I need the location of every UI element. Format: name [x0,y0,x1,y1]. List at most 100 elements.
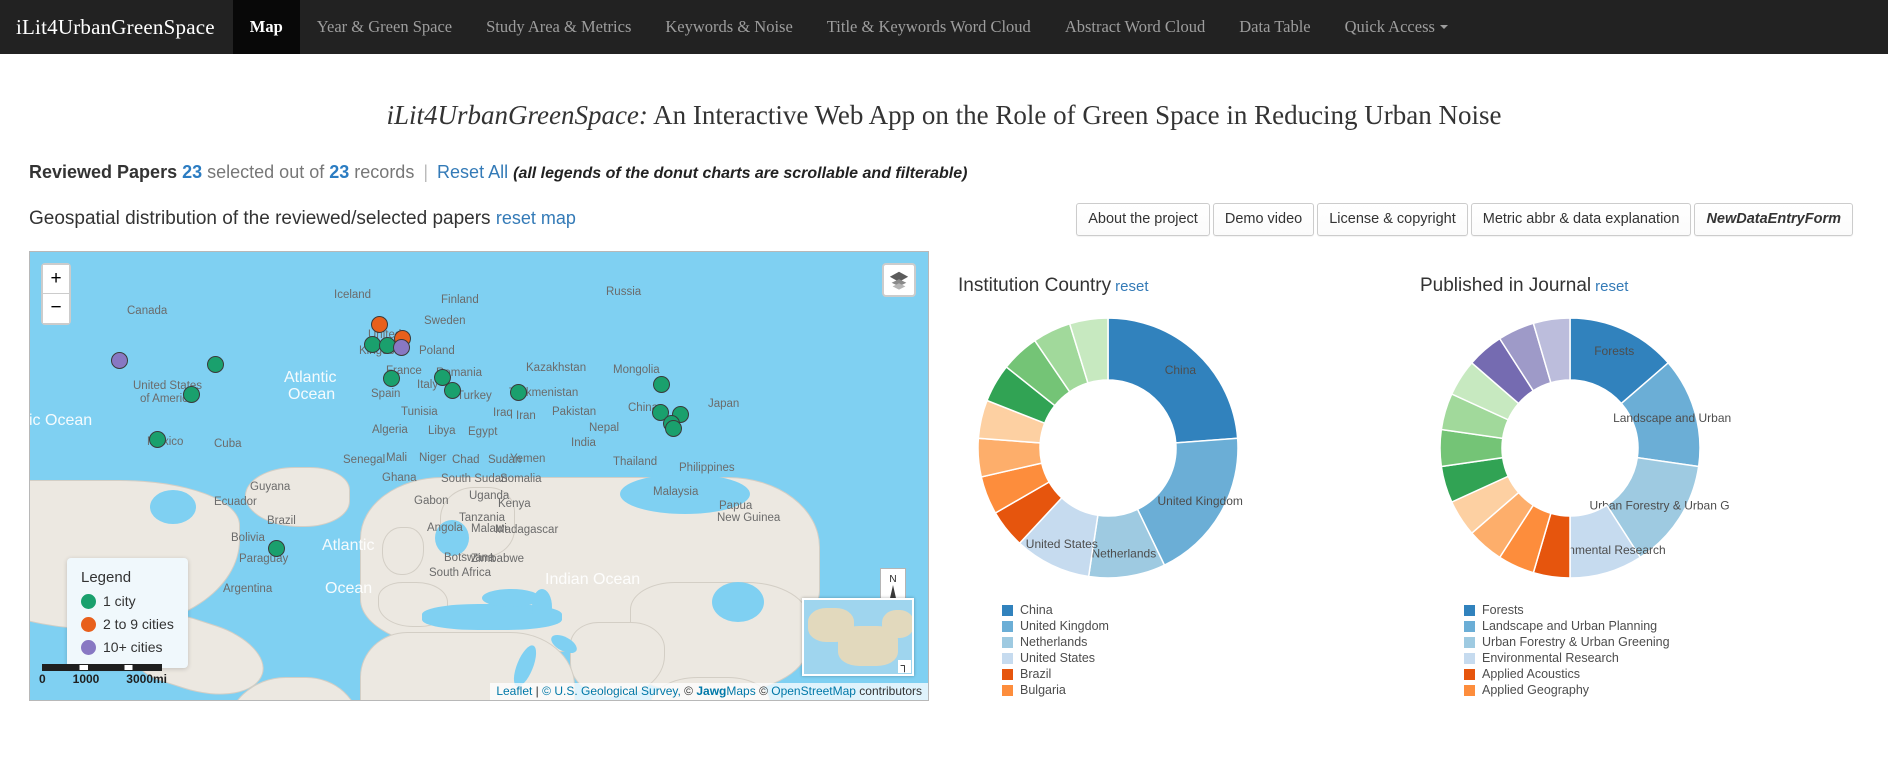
section-header-row: Geospatial distribution of the reviewed/… [0,203,1888,243]
chart-legend-item[interactable]: Bulgaria [1002,682,1228,698]
published-in-journal-reset-link[interactable]: reset [1595,278,1628,295]
legend-swatch-icon [1464,684,1475,696]
chart-legend-item[interactable]: United Kingdom [1002,618,1228,634]
map-marker[interactable] [653,376,670,393]
nav-item-label: Year & Green Space [316,17,453,36]
map-zoom-control: + − [41,263,71,325]
map-legend-title: Legend [81,569,132,586]
map-marker[interactable] [393,339,410,356]
map-layers-button[interactable] [882,263,916,297]
chart-legend-item[interactable]: Landscape and Urban Planning [1464,618,1710,634]
chart-legend-item[interactable]: Applied Geography [1464,682,1710,698]
main-navbar: iLit4UrbanGreenSpace Map Year & Green Spa… [0,0,1888,54]
metric-abbr-data-explanation-button[interactable]: Metric abbr & data explanation [1470,203,1692,236]
nav-item-keywords-noise[interactable]: Keywords & Noise [648,0,809,54]
institution-country-donut[interactable]: China United Kingdom Netherlands United Sta… [958,303,1418,598]
published-in-journal-donut-svg[interactable]: ForestsLandscape and UrbanUrban Forestry… [1420,303,1840,593]
legend-swatch-icon [1002,684,1013,696]
nav-item-map[interactable]: Map [232,0,300,54]
donut-slice-label: China [1165,363,1197,377]
reset-all-link[interactable]: Reset All [437,162,508,182]
zoom-in-button[interactable]: + [43,265,69,294]
jawg-rest: Maps [726,684,756,698]
chart-legend-item[interactable]: China [1002,602,1228,618]
published-in-journal-panel: Published in Journal reset Forests Landsca… [1420,251,1880,722]
nav-item-label: Quick Access [1344,17,1435,36]
chart-legend-item[interactable]: United States [1002,650,1228,666]
institution-country-legend-items[interactable]: China United Kingdom Netherlands United Sta… [1002,602,1228,698]
leaflet-link[interactable]: Leaflet [496,684,532,698]
nav-item-label: Map [249,17,283,36]
records-text: records [354,162,415,182]
nav-item-year-green-space[interactable]: Year & Green Space [300,0,469,54]
minimap-land-c [882,610,912,638]
zoom-out-button[interactable]: − [43,294,69,323]
nav-item-title-keywords-word-cloud[interactable]: Title & Keywords Word Cloud [810,0,1048,54]
sea-japan-east [712,582,764,622]
map-marker[interactable] [149,431,166,448]
svg-text:N: N [889,574,896,585]
legend-dot-icon [81,639,96,655]
map-marker[interactable] [510,384,527,401]
donut-slice-label: Forests [1594,344,1634,358]
nav-item-data-table[interactable]: Data Table [1222,0,1327,54]
layers-icon [889,271,909,290]
status-line: Reviewed Papers 23 selected out of 23 re… [29,162,1888,183]
legend-hint-note: (all legends of the donut charts are scr… [513,165,968,182]
chart-legend-item[interactable]: Applied Acoustics [1464,666,1710,682]
institution-country-legend[interactable]: China United Kingdom Netherlands United Sta… [958,602,1228,722]
chart-legend-label: Applied Geography [1482,683,1590,697]
jawgmaps-link[interactable]: JawgMaps [696,684,755,698]
navbar-items: Map Year & Green Space Study Area & Metric… [232,0,1465,54]
chart-legend-item[interactable]: Urban Forestry & Urban Greening [1464,634,1710,650]
geospatial-map[interactable]: IcelandFinlandRussiaSwedenCanadaUnitedKi… [29,251,929,701]
chart-legend-label: Forests [1482,603,1524,617]
openstreetmap-link[interactable]: OpenStreetMap [771,684,856,698]
chart-legend-label: Applied Acoustics [1482,667,1580,681]
sea-baltic [435,520,469,556]
map-marker[interactable] [371,316,388,333]
demo-video-button[interactable]: Demo video [1212,203,1315,236]
map-marker[interactable] [207,356,224,373]
scale-bar-labels: 0 1000 3000mi [39,672,167,686]
published-in-journal-legend[interactable]: Forests Landscape and Urban Planning Urban… [1420,602,1710,722]
chart-legend-item[interactable]: Brazil [1002,666,1228,682]
map-marker[interactable] [665,420,682,437]
donut-slice-label: United States [1026,537,1098,551]
newdataentryform-button[interactable]: NewDataEntryForm [1694,203,1853,236]
chart-legend-item[interactable]: Environmental Research [1464,650,1710,666]
nav-item-study-area-metrics[interactable]: Study Area & Metrics [469,0,648,54]
legend-swatch-icon [1002,636,1013,648]
donut-slice[interactable] [1107,317,1239,444]
chart-legend-item[interactable]: Netherlands [1002,634,1228,650]
map-legend-items: 1 city 2 to 9 cities 10+ cities [81,593,174,655]
institution-country-donut-svg[interactable]: China United Kingdom NetherlandsUnited Sta… [958,303,1378,593]
map-marker[interactable] [183,386,200,403]
chart-legend-item[interactable]: Forests [1464,602,1710,618]
map-marker[interactable] [383,370,400,387]
map-marker[interactable] [111,352,128,369]
map-section-heading-text: Geospatial distribution of the reviewed/… [29,208,491,229]
published-in-journal-donut[interactable]: Forests Landscape and Urban Urban Forestry… [1420,303,1880,598]
institution-country-reset-link[interactable]: reset [1115,278,1148,295]
scale-mid: 1000 [72,672,100,686]
nav-item-quick-access[interactable]: Quick Access [1328,0,1465,54]
scale-bar-graphic [42,664,162,671]
map-marker[interactable] [268,540,285,557]
contributors-text: contributors [855,684,922,698]
institution-country-title: Institution Country reset [958,275,1418,297]
map-section-heading: Geospatial distribution of the reviewed/… [29,208,576,230]
chart-legend-label: Environmental Research [1482,651,1619,665]
map-marker[interactable] [444,382,461,399]
usgs-link[interactable]: © U.S. Geological Survey, [542,684,681,698]
nav-item-abstract-word-cloud[interactable]: Abstract Word Cloud [1048,0,1222,54]
legend-swatch-icon [1002,668,1013,680]
reset-map-link[interactable]: reset map [496,208,576,228]
license-copyright-button[interactable]: License & copyright [1317,203,1468,236]
chart-legend-label: United States [1020,651,1096,665]
minimap-toggle-handle[interactable]: ┐ [898,660,911,673]
published-in-journal-legend-items[interactable]: Forests Landscape and Urban Planning Urban… [1464,602,1710,698]
about-the-project-button[interactable]: About the project [1076,203,1210,236]
navbar-brand[interactable]: iLit4UrbanGreenSpace [0,0,233,54]
map-minimap[interactable]: ┐ [802,598,914,676]
